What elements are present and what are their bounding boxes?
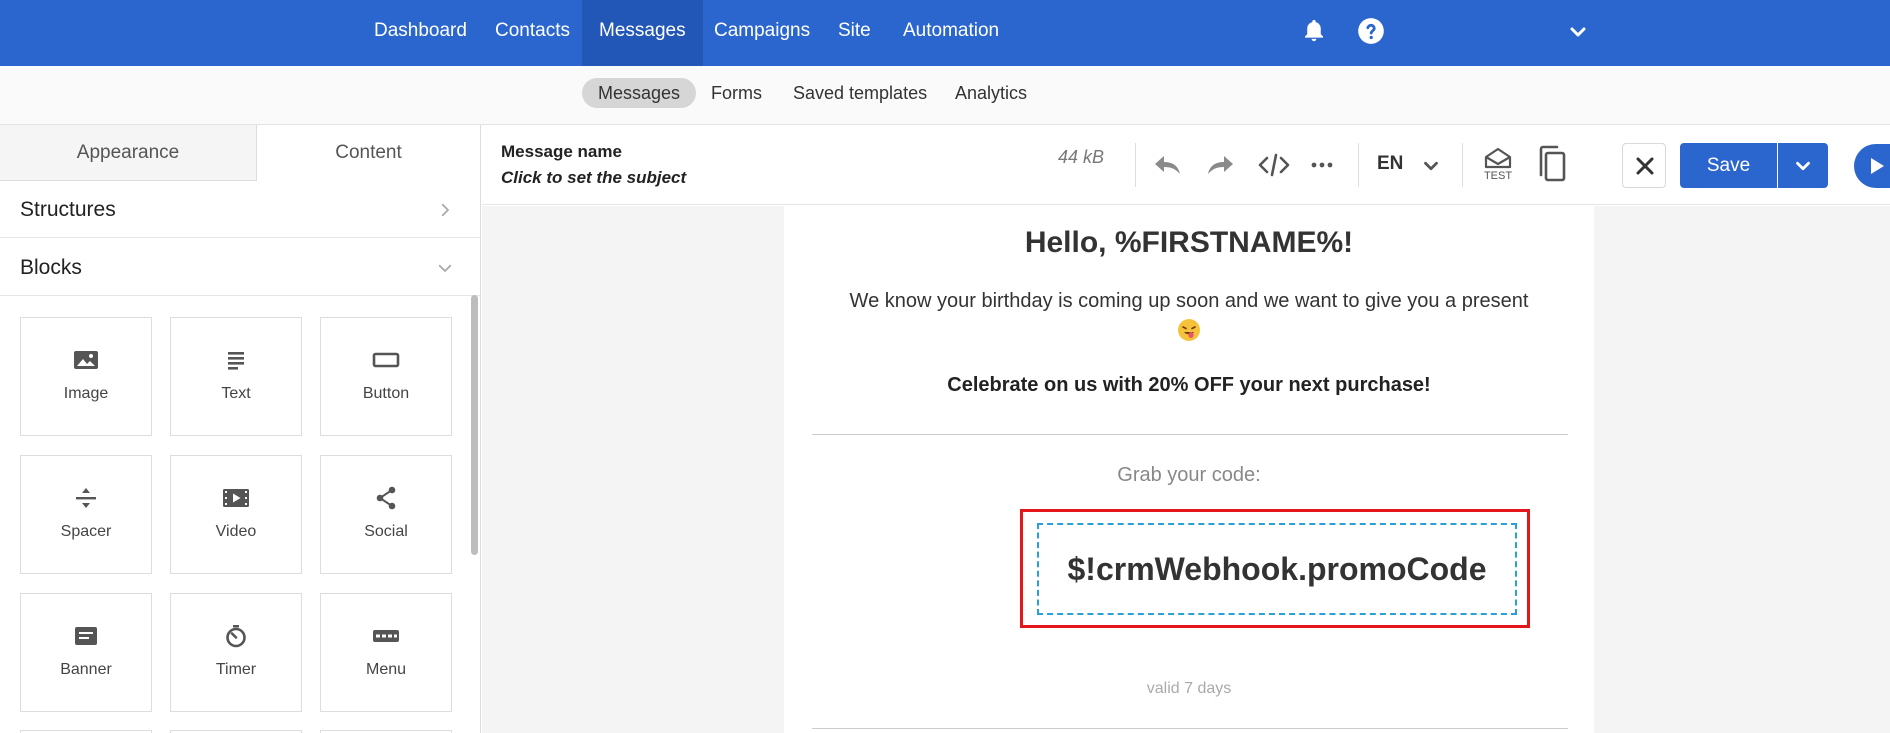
email-body[interactable]: Hello, %FIRSTNAME%! We know your birthda… (784, 206, 1594, 733)
chevron-right-icon (441, 203, 449, 217)
message-size: 44 kB (1058, 147, 1105, 167)
chevron-down-icon (1796, 161, 1810, 171)
nav-automation[interactable]: Automation (887, 0, 1015, 66)
text-icon (228, 352, 244, 370)
panel-tabs: Appearance Content (0, 125, 480, 181)
block-menu-label: Menu (365, 661, 407, 678)
block-social-label: Social (364, 523, 408, 540)
nav-messages[interactable]: Messages (582, 0, 703, 66)
offer-text[interactable]: Celebrate on us with 20% OFF your next p… (784, 374, 1594, 397)
block-button-label: Button (362, 385, 410, 402)
birthday-paragraph[interactable]: We know your birthday is coming up soon … (814, 287, 1564, 343)
spacer-icon (76, 488, 96, 508)
subnav-messages[interactable]: Messages (582, 78, 697, 108)
video-icon (223, 489, 249, 507)
top-navigation: Dashboard Contacts Messages Campaigns Si… (0, 0, 1890, 66)
bell-icon[interactable] (1300, 17, 1328, 45)
promo-code-highlight: $!crmWebhook.promoCode (1020, 509, 1530, 628)
undo-icon[interactable] (1152, 150, 1184, 180)
toolbar-divider (1135, 143, 1136, 187)
promo-code-button[interactable]: $!crmWebhook.promoCode (1037, 523, 1517, 615)
copy-icon[interactable] (1537, 145, 1567, 183)
code-icon[interactable] (1258, 150, 1290, 180)
language-selector[interactable]: EN (1377, 153, 1403, 175)
block-banner-label: Banner (60, 661, 112, 678)
nav-campaigns[interactable]: Campaigns (698, 0, 826, 66)
tongue-emoji-icon (1178, 318, 1200, 341)
subnav-saved-templates[interactable]: Saved templates (777, 78, 943, 108)
subnav-forms[interactable]: Forms (695, 78, 778, 108)
editor-toolbar: Message name Click to set the subject 44… (482, 125, 1890, 205)
save-options-button[interactable] (1778, 143, 1828, 188)
toolbar-divider (1462, 143, 1463, 187)
chevron-down-icon (438, 264, 452, 272)
greeting-heading[interactable]: Hello, %FIRSTNAME%! (784, 226, 1594, 260)
envelope-icon (1484, 147, 1512, 169)
block-banner[interactable]: Banner (20, 593, 152, 712)
close-button[interactable] (1622, 143, 1666, 188)
blocks-label: Blocks (20, 256, 82, 279)
nav-site[interactable]: Site (822, 0, 887, 66)
block-timer[interactable]: Timer (170, 593, 302, 712)
button-icon (372, 352, 400, 368)
block-video-label: Video (215, 523, 257, 540)
save-button[interactable]: Save (1680, 143, 1777, 188)
message-name[interactable]: Message name (501, 142, 622, 162)
block-spacer[interactable]: Spacer (20, 455, 152, 574)
block-button[interactable]: Button (320, 317, 452, 436)
share-icon (376, 486, 396, 510)
grab-code-text[interactable]: Grab your code: (784, 464, 1594, 487)
toolbar-divider (1358, 143, 1359, 187)
subnav-analytics[interactable]: Analytics (939, 78, 1043, 108)
subject-prompt[interactable]: Click to set the subject (501, 168, 686, 188)
play-icon (1871, 158, 1884, 174)
banner-icon (75, 627, 97, 645)
preview-button[interactable] (1854, 144, 1890, 188)
block-video[interactable]: Video (170, 455, 302, 574)
image-icon (74, 351, 98, 369)
redo-icon[interactable] (1204, 150, 1236, 180)
divider (812, 434, 1568, 435)
content-panel: Appearance Content Structures Blocks Ima… (0, 125, 481, 733)
timer-icon (226, 625, 246, 648)
help-icon[interactable] (1357, 17, 1385, 45)
blocks-section[interactable]: Blocks (0, 239, 480, 296)
chevron-down-icon[interactable] (1420, 155, 1442, 177)
block-text[interactable]: Text (170, 317, 302, 436)
editor-canvas: Hello, %FIRSTNAME%! We know your birthda… (482, 206, 1890, 733)
test-send-button[interactable]: TEST (1481, 147, 1515, 185)
panel-scrollbar[interactable] (471, 295, 478, 555)
block-image-label: Image (63, 385, 109, 402)
chevron-down-icon[interactable] (1566, 20, 1590, 44)
more-icon[interactable] (1306, 150, 1338, 180)
block-spacer-label: Spacer (60, 523, 112, 540)
menu-icon (373, 630, 399, 642)
structures-section[interactable]: Structures (0, 181, 480, 238)
block-image[interactable]: Image (20, 317, 152, 436)
tab-appearance[interactable]: Appearance (0, 125, 257, 181)
block-menu[interactable]: Menu (320, 593, 452, 712)
validity-text[interactable]: valid 7 days (784, 680, 1594, 698)
close-icon (1636, 157, 1654, 175)
block-timer-label: Timer (215, 661, 257, 678)
block-social[interactable]: Social (320, 455, 452, 574)
birthday-text: We know your birthday is coming up soon … (849, 290, 1529, 312)
block-text-label: Text (221, 385, 251, 402)
nav-dashboard[interactable]: Dashboard (358, 0, 483, 66)
sub-navigation: Messages Forms Saved templates Analytics (0, 66, 1890, 125)
nav-contacts[interactable]: Contacts (479, 0, 586, 66)
tab-content[interactable]: Content (257, 125, 480, 181)
test-label: TEST (1483, 170, 1513, 182)
structures-label: Structures (20, 198, 116, 221)
divider (812, 728, 1568, 729)
